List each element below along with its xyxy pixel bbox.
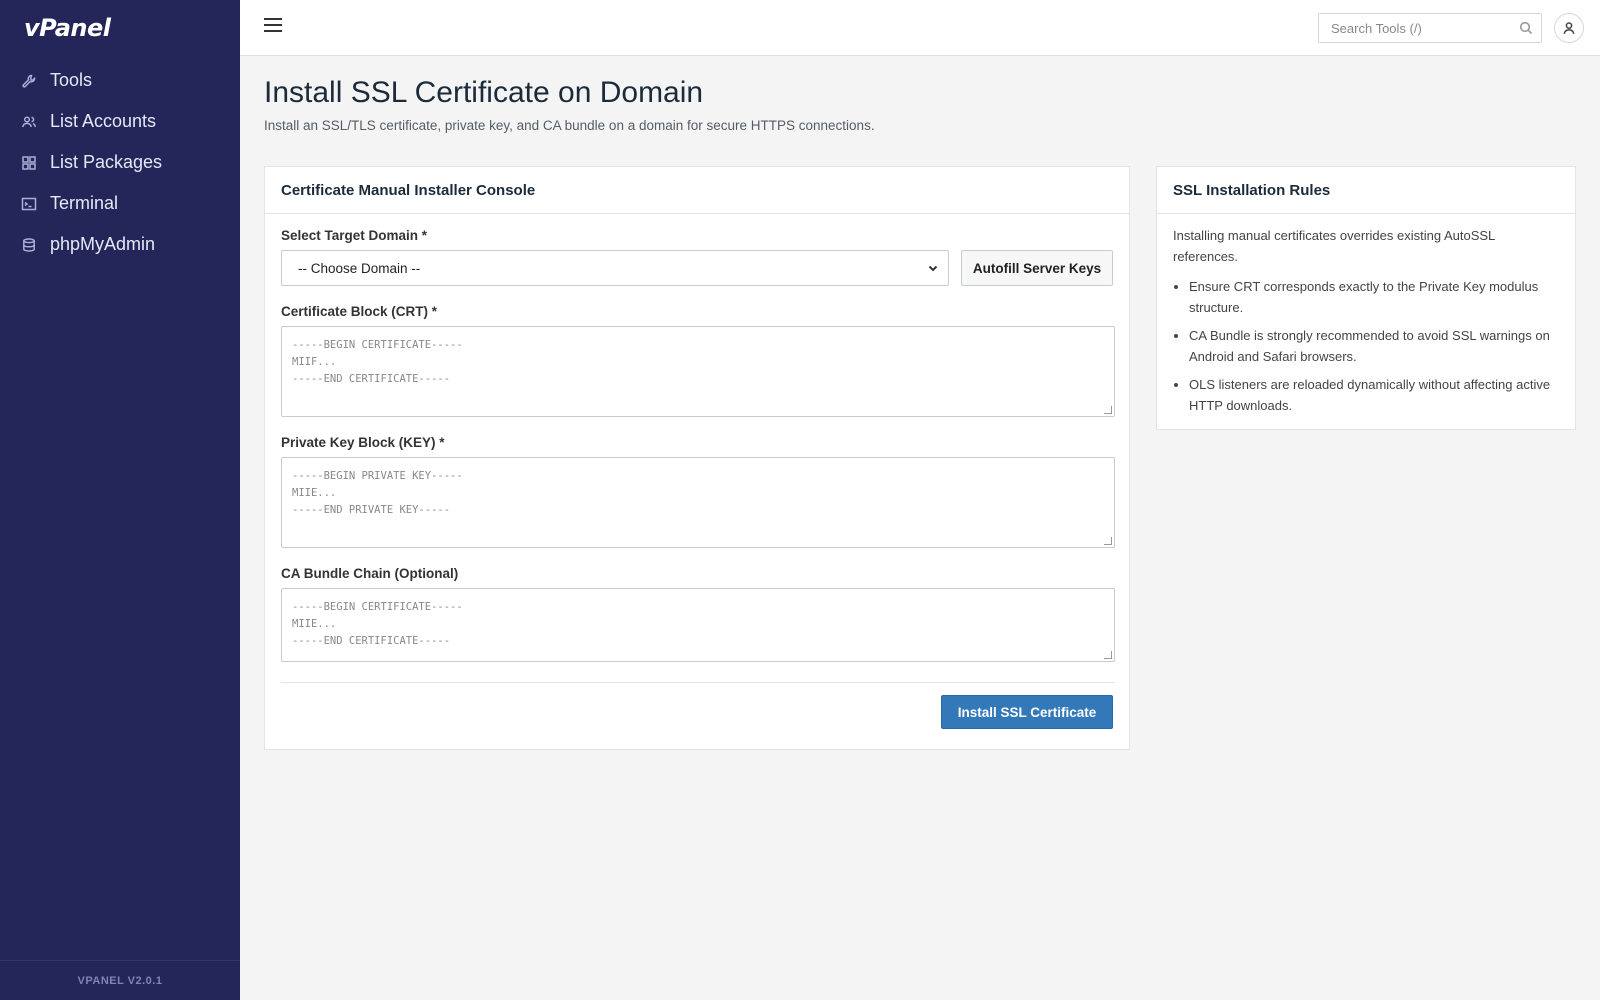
ca-bundle-textarea[interactable]: -----BEGIN CERTIFICATE----- MIIE... ----… (281, 588, 1115, 662)
resize-handle[interactable] (1104, 651, 1112, 659)
menu-toggle-icon[interactable] (264, 18, 282, 36)
domain-label: Select Target Domain * (281, 228, 428, 243)
search-box (1318, 13, 1542, 43)
main-content: Install SSL Certificate on Domain Instal… (264, 56, 1576, 750)
version-label: VPANEL V2.0.1 (0, 960, 240, 1000)
topbar (240, 0, 1600, 56)
resize-handle[interactable] (1104, 406, 1112, 414)
rules-list-item: CA Bundle is strongly recommended to avo… (1189, 326, 1559, 367)
rules-intro: Installing manual certificates overrides… (1173, 228, 1495, 264)
sidebar-item-phpmyadmin[interactable]: phpMyAdmin (0, 224, 240, 265)
user-menu-button[interactable] (1554, 13, 1584, 43)
installer-card: Certificate Manual Installer Console Sel… (264, 166, 1130, 750)
crt-textarea[interactable]: -----BEGIN CERTIFICATE----- MIIF... ----… (281, 326, 1115, 417)
divider (281, 682, 1115, 683)
key-placeholder: -----BEGIN PRIVATE KEY----- MIIE... ----… (292, 470, 463, 516)
users-icon (20, 113, 38, 131)
key-textarea[interactable]: -----BEGIN PRIVATE KEY----- MIIE... ----… (281, 457, 1115, 548)
sidebar-item-label: Tools (50, 70, 93, 90)
sidebar-item-terminal[interactable]: Terminal (0, 183, 240, 224)
user-icon (1563, 22, 1575, 34)
sidebar-item-label: phpMyAdmin (50, 234, 156, 254)
crt-label: Certificate Block (CRT) * (281, 304, 438, 319)
domain-select[interactable]: -- Choose Domain -- (281, 250, 949, 286)
ca-bundle-placeholder: -----BEGIN CERTIFICATE----- MIIE... ----… (292, 601, 463, 647)
rules-list-item: Ensure CRT corresponds exactly to the Pr… (1189, 277, 1559, 318)
grid-icon (20, 154, 38, 172)
page-title: Install SSL Certificate on Domain (264, 76, 704, 109)
crt-placeholder: -----BEGIN CERTIFICATE----- MIIF... ----… (292, 339, 463, 385)
sidebar-item-label: List Accounts (50, 111, 157, 131)
key-label: Private Key Block (KEY) * (281, 435, 445, 450)
sidebar-item-list-packages[interactable]: List Packages (0, 142, 240, 183)
wrench-icon (20, 72, 38, 90)
rules-card: SSL Installation Rules Installing manual… (1156, 166, 1576, 430)
sidebar: vPanel Tools List Accounts List Packages… (0, 0, 240, 1000)
rules-list-item: OLS listeners are reloaded dynamically w… (1189, 375, 1559, 416)
rules-card-title: SSL Installation Rules (1157, 167, 1575, 214)
domain-select-value: -- Choose Domain -- (298, 260, 421, 276)
sidebar-nav: Tools List Accounts List Packages Termin… (0, 60, 240, 265)
sidebar-item-label: List Packages (50, 152, 163, 172)
search-icon[interactable] (1519, 21, 1533, 35)
search-input[interactable] (1319, 14, 1509, 42)
ca-bundle-label: CA Bundle Chain (Optional) (281, 566, 459, 581)
terminal-icon (20, 195, 38, 213)
rules-list: Ensure CRT corresponds exactly to the Pr… (1173, 277, 1559, 416)
install-ssl-button[interactable]: Install SSL Certificate (941, 695, 1113, 729)
page-description: Install an SSL/TLS certificate, private … (264, 118, 875, 133)
sidebar-item-tools[interactable]: Tools (0, 60, 240, 101)
database-icon (20, 236, 38, 254)
resize-handle[interactable] (1104, 537, 1112, 545)
sidebar-item-label: Terminal (50, 193, 119, 213)
autofill-keys-button[interactable]: Autofill Server Keys (961, 250, 1113, 286)
sidebar-item-list-accounts[interactable]: List Accounts (0, 101, 240, 142)
chevron-down-icon (928, 261, 938, 276)
app-logo[interactable]: vPanel (24, 14, 111, 42)
installer-card-title: Certificate Manual Installer Console (265, 167, 1129, 214)
